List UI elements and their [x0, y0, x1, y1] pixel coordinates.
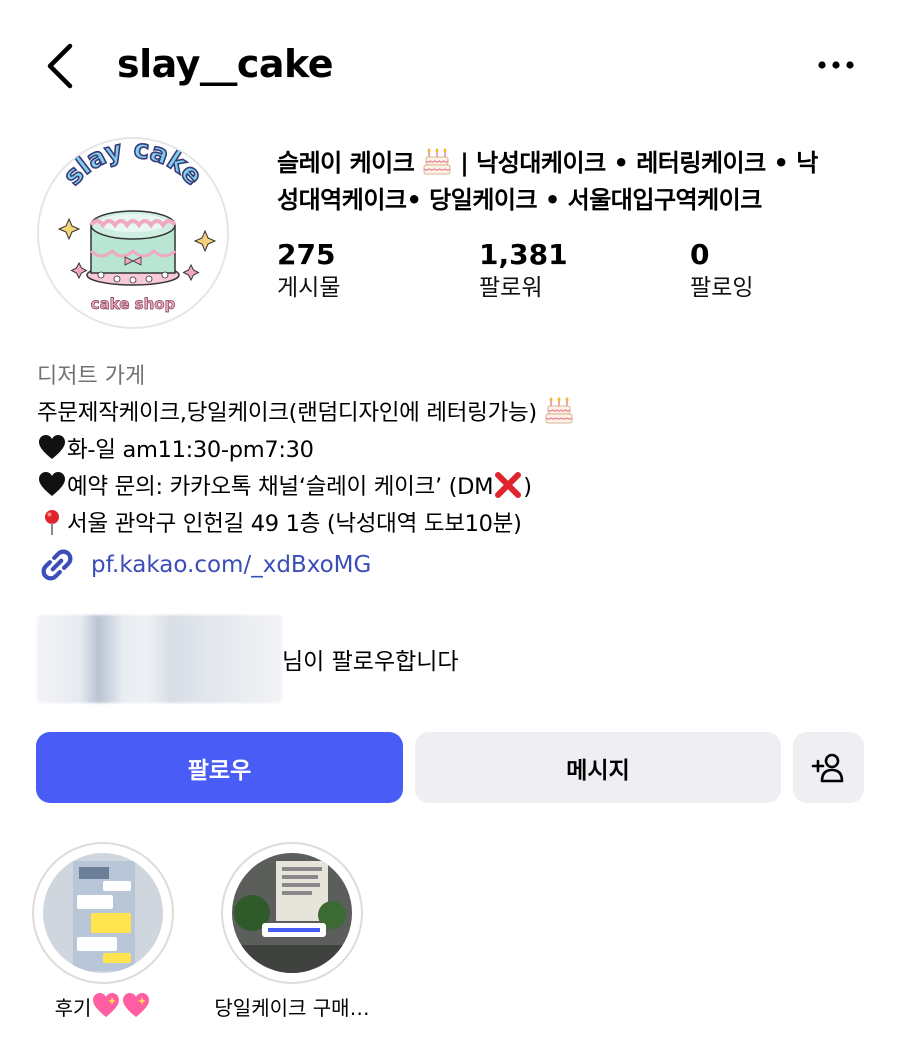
- store-photo-thumbnail: [232, 853, 352, 973]
- story-highlight-same-day-cake[interactable]: 당일케이크 구매…: [210, 842, 374, 1021]
- following-count: 0: [690, 238, 710, 271]
- chat-screenshot-thumbnail: [43, 853, 163, 973]
- sparkling-heart-icon: [93, 993, 120, 1017]
- cross-mark-icon: [495, 472, 522, 498]
- birthday-cake-icon: [423, 148, 451, 175]
- profile-name-line1b: | 낙성대케이크 • 레터링케이크 • 낙: [460, 149, 818, 177]
- profile-name-line2: 성대역케이크• 당일케이크 • 서울대입구역케이크: [277, 186, 762, 214]
- followed-by-row[interactable]: 님이 팔로우합니다: [37, 615, 537, 705]
- add-person-icon: [811, 753, 843, 782]
- followers-label: 팔로워: [479, 275, 543, 301]
- message-button[interactable]: 메시지: [415, 732, 781, 803]
- more-options-button[interactable]: [812, 50, 860, 80]
- profile-bio: 주문제작케이크,당일케이크(랜덤디자인에 레터링가능) 화-일 am11:30-…: [37, 395, 574, 543]
- highlight-label: 후기: [54, 996, 92, 1020]
- sparkling-heart-icon: [123, 993, 150, 1017]
- avatar-title: slay cake: [57, 139, 209, 192]
- top-bar: slay__cake: [0, 0, 900, 130]
- posts-label: 게시물: [277, 275, 341, 301]
- following-label: 팔로잉: [690, 275, 754, 301]
- bio-line-2: 화-일 am11:30-pm7:30: [67, 437, 314, 463]
- highlight-cover-image: [232, 853, 352, 973]
- stat-followers[interactable]: 1,381 팔로워: [479, 238, 568, 304]
- birthday-cake-icon: [545, 397, 573, 424]
- profile-name-line1a: 슬레이 케이크: [277, 149, 415, 177]
- profile-display-name: 슬레이 케이크 | 낙성대케이크 • 레터링케이크 • 낙 성대역케이크• 당일…: [277, 145, 867, 219]
- bio-line-3b: ): [523, 474, 532, 500]
- bio-line-1: 주문제작케이크,당일케이크(랜덤디자인에 레터링가능): [37, 400, 537, 426]
- profile-username: slay__cake: [117, 42, 334, 86]
- black-heart-icon: [39, 435, 65, 459]
- back-button[interactable]: [40, 40, 84, 92]
- stat-posts[interactable]: 275 게시물: [277, 238, 340, 304]
- blurred-follower-info: [37, 615, 282, 703]
- stat-following[interactable]: 0 팔로잉: [690, 238, 753, 304]
- highlight-cover-image: [43, 853, 163, 973]
- bio-line-4: 서울 관악구 인헌길 49 1층 (낙성대역 도보10분): [67, 511, 522, 537]
- link-icon: [41, 549, 73, 581]
- cake-logo: slay cake cake shop: [57, 139, 217, 313]
- highlight-ring: [32, 842, 174, 984]
- profile-avatar[interactable]: slay cake cake shop: [37, 137, 229, 329]
- profile-link-text: pf.kakao.com/_xdBxoMG: [91, 552, 372, 578]
- round-pushpin-icon: [45, 510, 59, 535]
- profile-category: 디저트 가게: [37, 364, 146, 389]
- avatar-subtitle: cake shop: [91, 295, 176, 313]
- highlight-ring: [221, 842, 363, 984]
- bio-line-3a: 예약 문의: 카카오톡 채널‘슬레이 케이크’ (DM: [67, 474, 494, 500]
- story-highlight-reviews[interactable]: 후기: [28, 842, 178, 1021]
- chevron-left-icon: [47, 43, 73, 89]
- follow-button[interactable]: 팔로우: [36, 732, 403, 803]
- svg-text:slay cake: slay cake: [58, 139, 208, 191]
- highlight-label: 당일케이크 구매…: [214, 996, 370, 1020]
- black-heart-icon: [39, 472, 65, 496]
- posts-count: 275: [277, 238, 336, 271]
- profile-link[interactable]: pf.kakao.com/_xdBxoMG: [37, 545, 371, 585]
- suggested-accounts-button[interactable]: [793, 732, 864, 803]
- followers-count: 1,381: [479, 238, 568, 271]
- more-horizontal-icon: [818, 61, 854, 69]
- followed-by-text: 님이 팔로우합니다: [282, 649, 459, 675]
